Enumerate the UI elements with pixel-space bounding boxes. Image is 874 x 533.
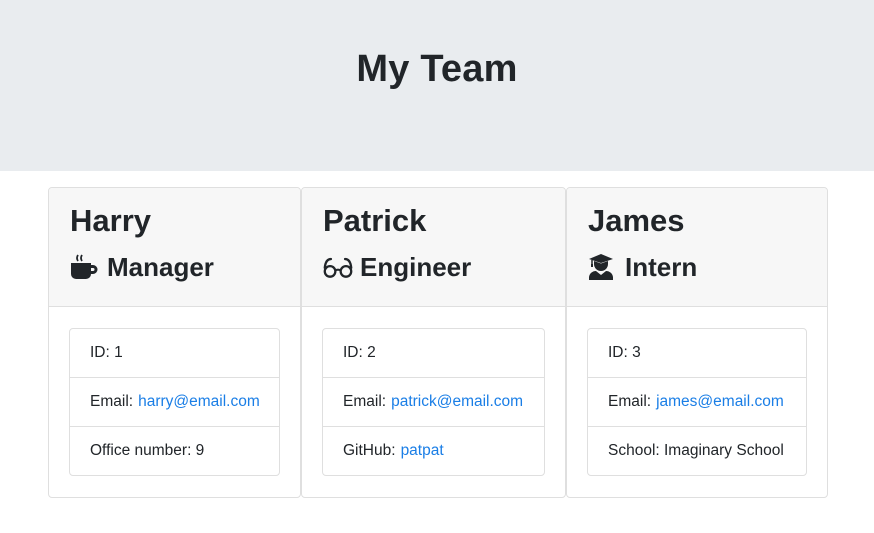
list-item-office-number: Office number: 9: [70, 427, 279, 475]
github-link[interactable]: patpat: [401, 442, 444, 460]
list-item-email: Email: harry@email.com: [70, 378, 279, 427]
email-link[interactable]: harry@email.com: [138, 393, 260, 411]
list-item-school: School: Imaginary School: [588, 427, 806, 475]
employee-card-intern: James Intern ID: 3 Email: james@email.co…: [566, 187, 828, 498]
employee-name: Harry: [70, 203, 151, 238]
list-item-id: ID: 2: [323, 329, 544, 378]
jumbotron-header: My Team: [0, 0, 874, 171]
email-label: Email:: [608, 393, 652, 410]
list-item-id: ID: 3: [588, 329, 806, 378]
email-label: Email:: [343, 393, 387, 410]
id-text: ID: 1: [90, 344, 123, 361]
role-label: Engineer: [360, 252, 472, 282]
user-graduate-icon: [588, 253, 618, 281]
github-label: GitHub:: [343, 442, 396, 459]
team-cards: Harry Manager ID: 1 Email: harry@email.c…: [48, 187, 828, 498]
employee-details-list: ID: 3 Email: james@email.com School: Ima…: [587, 328, 807, 476]
card-body: ID: 2 Email: patrick@email.com GitHub: p…: [302, 307, 565, 497]
list-item-email: Email: james@email.com: [588, 378, 806, 427]
employee-card-engineer: Patrick Engineer ID: 2 Email: patrick@em…: [301, 187, 566, 498]
id-text: ID: 2: [343, 344, 376, 361]
role-label: Intern: [625, 252, 698, 282]
list-item-github: GitHub: patpat: [323, 427, 544, 475]
list-item-email: Email: patrick@email.com: [323, 378, 544, 427]
card-header: Patrick Engineer: [302, 188, 565, 307]
role-label: Manager: [107, 252, 214, 282]
page-title: My Team: [356, 48, 518, 90]
employee-card-manager: Harry Manager ID: 1 Email: harry@email.c…: [48, 187, 301, 498]
employee-role: Manager: [70, 250, 279, 284]
card-body: ID: 3 Email: james@email.com School: Ima…: [567, 307, 827, 497]
employee-details-list: ID: 2 Email: patrick@email.com GitHub: p…: [322, 328, 545, 476]
email-label: Email:: [90, 393, 134, 410]
mug-hot-icon: [70, 253, 100, 281]
office-number-text: Office number: 9: [90, 442, 205, 459]
glasses-icon: [323, 253, 353, 281]
employee-role: Engineer: [323, 250, 544, 284]
employee-name: Patrick: [323, 203, 427, 238]
school-text: School: Imaginary School: [608, 442, 784, 459]
employee-name: James: [588, 203, 685, 238]
email-link[interactable]: james@email.com: [656, 393, 784, 411]
card-body: ID: 1 Email: harry@email.com Office numb…: [49, 307, 300, 497]
email-link[interactable]: patrick@email.com: [391, 393, 523, 411]
employee-role: Intern: [588, 250, 806, 284]
card-header: Harry Manager: [49, 188, 300, 307]
id-text: ID: 3: [608, 344, 641, 361]
list-item-id: ID: 1: [70, 329, 279, 378]
employee-details-list: ID: 1 Email: harry@email.com Office numb…: [69, 328, 280, 476]
card-header: James Intern: [567, 188, 827, 307]
